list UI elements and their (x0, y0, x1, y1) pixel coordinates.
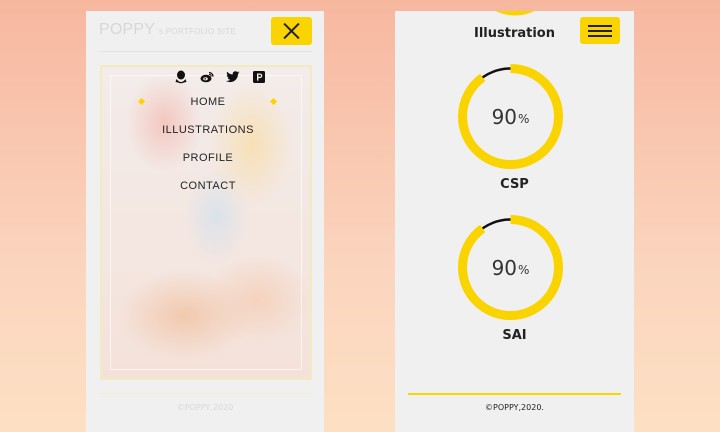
gauge-percent: 90% (491, 255, 530, 280)
nav-illustrations[interactable]: ILLUSTRATIONS (102, 121, 310, 149)
site-subtitle: 's PORTFOLIO SITE (157, 27, 237, 36)
site-title: POPPY (99, 21, 156, 38)
qq-icon[interactable] (174, 70, 188, 84)
header-divider (99, 51, 312, 52)
skill-gauge-csp: 90% (457, 63, 564, 170)
close-menu-button[interactable] (271, 17, 312, 45)
nav-home[interactable]: HOME (102, 93, 310, 121)
skill-gauge-sai: 90% (457, 214, 564, 321)
nav-profile[interactable]: PROFILE (102, 149, 310, 177)
menu-background-illustration: HOME ILLUSTRATIONS PROFILE CONTACT (100, 65, 312, 380)
footer-divider (99, 393, 312, 394)
hamburger-menu-button[interactable] (580, 17, 620, 44)
main-nav: HOME ILLUSTRATIONS PROFILE CONTACT (102, 93, 310, 205)
gauge-percent: 90% (491, 104, 530, 129)
skill-label-sai: SAI (502, 328, 527, 343)
mobile-menu-screen: POPPY's PORTFOLIO SITE HOME ILLUSTRATION… (86, 11, 324, 432)
footer-divider (408, 393, 621, 395)
site-logo[interactable]: POPPY's PORTFOLIO SITE (99, 21, 236, 39)
footer-copyright: ©POPPY,2020 (176, 403, 234, 412)
hamburger-line (588, 35, 612, 37)
hamburger-line (588, 25, 612, 27)
footer-copyright: ©POPPY,2020. (485, 403, 544, 412)
hamburger-line (588, 30, 612, 32)
twitter-icon[interactable] (226, 70, 240, 84)
social-links (174, 67, 266, 87)
previous-skill-gauge-partial (495, 11, 535, 16)
pixiv-icon[interactable] (252, 70, 266, 84)
skills-screen: Illustration 90% CSP 90% SAI ©POPPY,2020… (395, 11, 634, 432)
skill-label-csp: CSP (500, 177, 529, 192)
weibo-icon[interactable] (200, 70, 214, 84)
nav-contact[interactable]: CONTACT (102, 177, 310, 205)
